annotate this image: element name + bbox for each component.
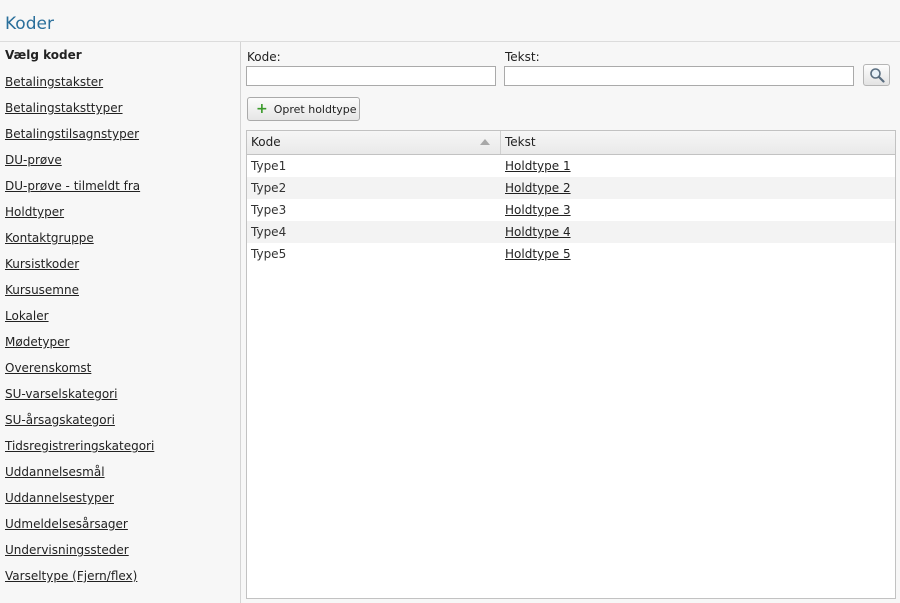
sidebar-list: Betalingstakster Betalingstaksttyper Bet… [5,74,154,594]
sidebar-item: Tidsregistreringskategori [5,438,154,464]
cell-tekst: Holdtype 3 [501,199,571,221]
tekst-label: Tekst: [505,50,540,64]
sidebar-item: DU-prøve [5,152,154,178]
column-header-kode[interactable]: Kode [247,131,501,154]
holdtype-link[interactable]: Holdtype 3 [505,203,571,217]
sidebar-item: Holdtyper [5,204,154,230]
sidebar-item: Betalingstakster [5,74,154,100]
sidebar-link[interactable]: Betalingstilsagnstyper [5,127,139,141]
cell-tekst: Holdtype 4 [501,221,571,243]
sidebar-link[interactable]: DU-prøve - tilmeldt fra [5,179,140,193]
sidebar-heading: Vælg koder [5,48,82,62]
sidebar-item: Kursusemne [5,282,154,308]
kode-label: Kode: [247,50,281,64]
cell-tekst: Holdtype 1 [501,155,571,177]
sidebar-link[interactable]: Lokaler [5,309,49,323]
sidebar-item: Udmeldelsesårsager [5,516,154,542]
holdtype-link[interactable]: Holdtype 1 [505,159,571,173]
column-header-tekst-label: Tekst [505,135,536,149]
sidebar-link[interactable]: Holdtyper [5,205,64,219]
sidebar-item: Mødetyper [5,334,154,360]
create-holdtype-label: Opret holdtype [273,102,357,116]
sidebar-item: Varseltype (Fjern/flex) [5,568,154,594]
codes-grid: Kode Tekst Type1 Holdtype 1 Type2 Holdty… [246,130,896,599]
sidebar: Vælg koder Betalingstakster Betalingstak… [0,42,241,603]
column-header-tekst[interactable]: Tekst [501,131,895,154]
holdtype-link[interactable]: Holdtype 4 [505,225,571,239]
sidebar-item: Uddannelsesmål [5,464,154,490]
sidebar-link[interactable]: SU-årsagskategori [5,413,115,427]
grid-header: Kode Tekst [247,131,895,155]
search-button[interactable] [863,64,890,86]
kode-input[interactable] [246,66,496,86]
cell-kode: Type2 [251,181,287,195]
sidebar-item: SU-årsagskategori [5,412,154,438]
sidebar-link[interactable]: Kursistkoder [5,257,79,271]
cell-kode: Type5 [251,247,287,261]
sidebar-item: Uddannelsestyper [5,490,154,516]
sidebar-link[interactable]: Overenskomst [5,361,91,375]
sidebar-item: Overenskomst [5,360,154,386]
sidebar-item: Lokaler [5,308,154,334]
cell-kode: Type4 [251,225,287,239]
table-row[interactable]: Type3 Holdtype 3 [247,199,895,221]
sidebar-link[interactable]: DU-prøve [5,153,62,167]
cell-kode: Type3 [251,203,287,217]
table-row[interactable]: Type5 Holdtype 5 [247,243,895,265]
column-header-kode-label: Kode [251,135,281,149]
sidebar-link[interactable]: Varseltype (Fjern/flex) [5,569,137,583]
sidebar-item: Undervisningssteder [5,542,154,568]
sidebar-link[interactable]: Uddannelsesmål [5,465,105,479]
sidebar-item: Betalingstilsagnstyper [5,126,154,152]
cell-tekst: Holdtype 2 [501,177,571,199]
main-panel: Kode: Tekst: + Opret holdtype Kode Tekst [241,42,900,603]
sidebar-link[interactable]: Undervisningssteder [5,543,129,557]
grid-body: Type1 Holdtype 1 Type2 Holdtype 2 Type3 … [247,155,895,265]
sidebar-link[interactable]: Betalingstaksttyper [5,101,123,115]
create-holdtype-button[interactable]: + Opret holdtype [247,97,360,121]
sidebar-link[interactable]: Tidsregistreringskategori [5,439,154,453]
page-title: Koder [5,14,54,34]
sidebar-link[interactable]: Udmeldelsesårsager [5,517,128,531]
sidebar-link[interactable]: Kontaktgruppe [5,231,94,245]
holdtype-link[interactable]: Holdtype 5 [505,247,571,261]
cell-tekst: Holdtype 5 [501,243,571,265]
page-header: Koder [0,0,900,42]
magnifier-icon [869,68,885,83]
sidebar-link[interactable]: Kursusemne [5,283,79,297]
plus-icon: + [256,101,268,117]
table-row[interactable]: Type2 Holdtype 2 [247,177,895,199]
sidebar-link[interactable]: Betalingstakster [5,75,103,89]
sidebar-link[interactable]: SU-varselskategori [5,387,117,401]
sidebar-item: SU-varselskategori [5,386,154,412]
sidebar-link[interactable]: Uddannelsestyper [5,491,114,505]
sidebar-link[interactable]: Mødetyper [5,335,69,349]
sidebar-item: Kontaktgruppe [5,230,154,256]
table-row[interactable]: Type1 Holdtype 1 [247,155,895,177]
sort-ascending-icon [480,139,490,145]
cell-kode: Type1 [251,159,287,173]
sidebar-item: DU-prøve - tilmeldt fra [5,178,154,204]
sidebar-item: Betalingstaksttyper [5,100,154,126]
tekst-input[interactable] [504,66,854,86]
holdtype-link[interactable]: Holdtype 2 [505,181,571,195]
table-row[interactable]: Type4 Holdtype 4 [247,221,895,243]
sidebar-item: Kursistkoder [5,256,154,282]
